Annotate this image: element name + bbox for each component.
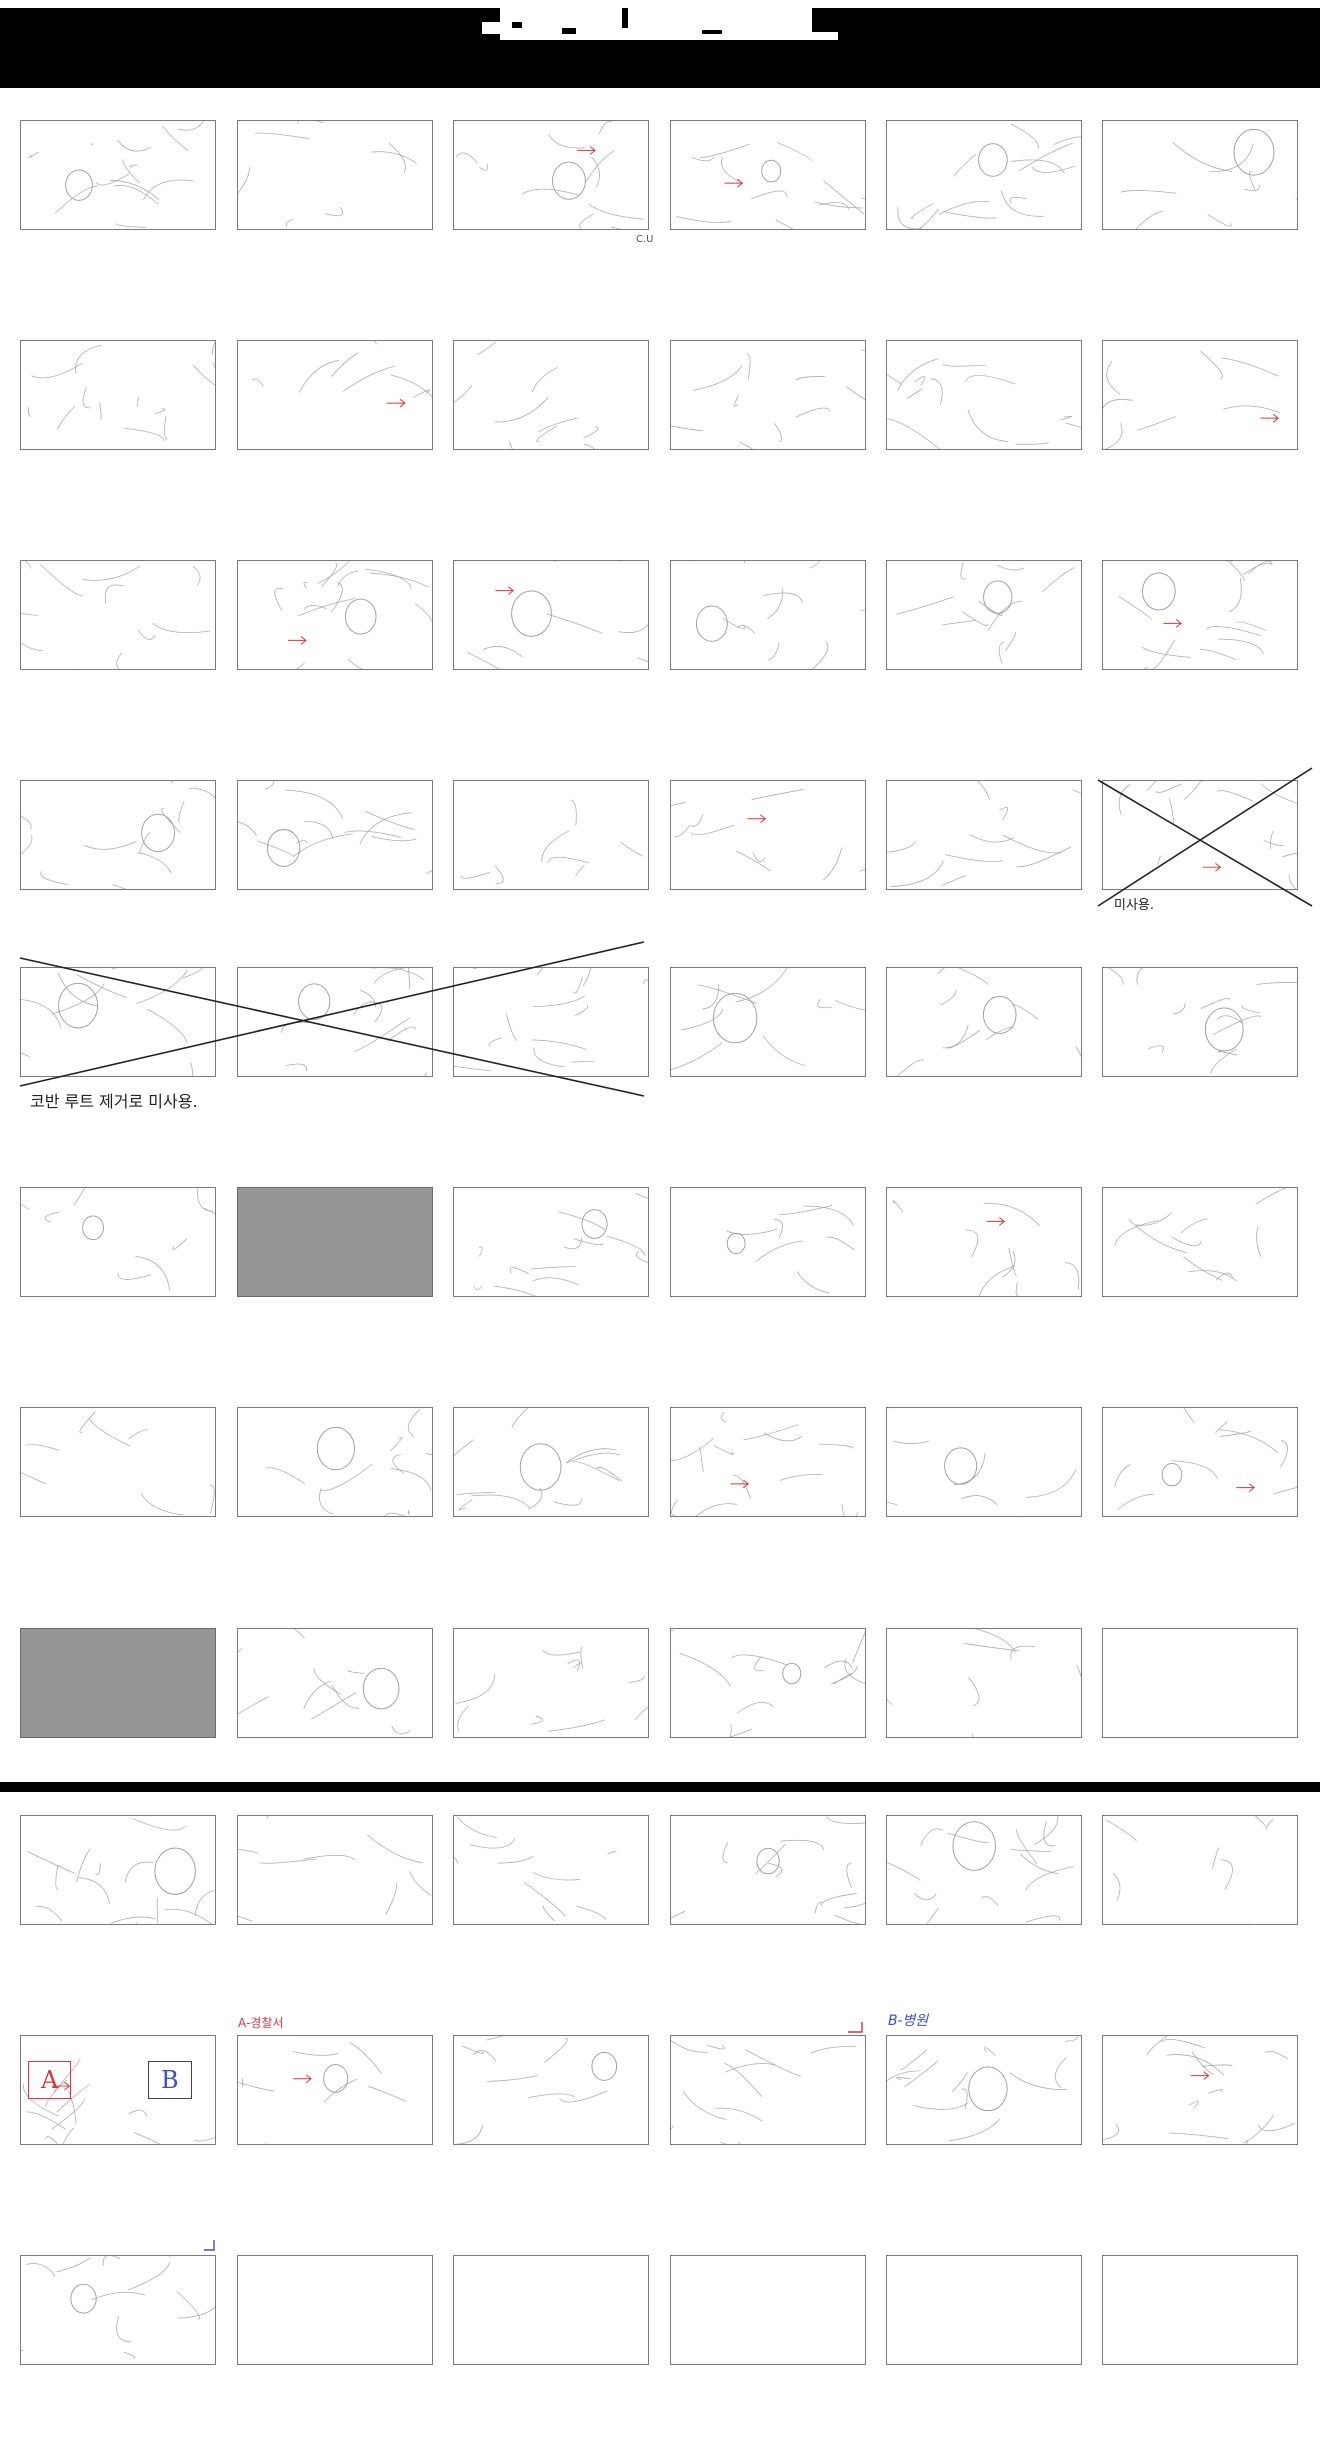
cu-label: C.U: [636, 234, 654, 245]
storyboard-panel: [237, 2255, 433, 2365]
storyboard-panel: [670, 1407, 866, 1517]
storyboard-panel: [1102, 1187, 1298, 1297]
storyboard-panel: [1102, 2255, 1298, 2365]
storyboard-panel: [237, 2035, 433, 2145]
storyboard-panel: [886, 1187, 1082, 1297]
header-title-block: [482, 8, 838, 40]
storyboard-panel: [237, 1407, 433, 1517]
storyboard-panel: [886, 967, 1082, 1077]
storyboard-panel: [453, 967, 649, 1077]
storyboard-panel: [237, 340, 433, 450]
storyboard-panel: [453, 560, 649, 670]
storyboard-panel: [670, 1628, 866, 1738]
storyboard-panel: [237, 780, 433, 890]
storyboard-panel: [1102, 967, 1298, 1077]
storyboard-panel: [670, 780, 866, 890]
storyboard-panel: [886, 120, 1082, 230]
storyboard-panel: [886, 340, 1082, 450]
storyboard-panel: [886, 560, 1082, 670]
unused-label-group: 코반 루트 제거로 미사용.: [30, 1092, 198, 1111]
unused-label-single: 미사용.: [1114, 898, 1155, 913]
storyboard-panel: [237, 120, 433, 230]
storyboard-panel: [670, 1187, 866, 1297]
storyboard-panel: [453, 1628, 649, 1738]
section-b-label: B-병원: [888, 2013, 929, 2029]
storyboard-panel: [670, 967, 866, 1077]
storyboard-panel: [237, 1628, 433, 1738]
storyboard-panel: [453, 1407, 649, 1517]
storyboard-panel: [886, 2255, 1082, 2365]
storyboard-panel: [886, 1628, 1082, 1738]
section-divider: [0, 1782, 1320, 1792]
storyboard-panel: [1102, 1407, 1298, 1517]
storyboard-panel: [20, 1815, 216, 1925]
storyboard-panel: [237, 560, 433, 670]
storyboard-panel: [670, 1815, 866, 1925]
panel-letter-b: B: [148, 2061, 192, 2099]
storyboard-panel: [453, 2035, 649, 2145]
storyboard-panel: [20, 967, 216, 1077]
storyboard-panel: [670, 120, 866, 230]
header-bar: [0, 8, 1320, 88]
storyboard-panel: [20, 780, 216, 890]
storyboard-panel: [453, 340, 649, 450]
storyboard-panel: [20, 1187, 216, 1297]
section-a-label: A-경찰서: [238, 2016, 284, 2030]
storyboard-panel: [453, 2255, 649, 2365]
storyboard-panel: [237, 967, 433, 1077]
storyboard-panel: [670, 2255, 866, 2365]
storyboard-panel: [453, 1815, 649, 1925]
storyboard-panel: [1102, 560, 1298, 670]
storyboard-panel: [20, 1628, 216, 1738]
storyboard-panel: [1102, 780, 1298, 890]
storyboard-panel: [20, 2255, 216, 2365]
storyboard-panel: [1102, 120, 1298, 230]
storyboard-panel: [237, 1187, 433, 1297]
storyboard-panel: [886, 2035, 1082, 2145]
storyboard-panel: [670, 560, 866, 670]
storyboard-panel: [886, 780, 1082, 890]
storyboard-panel: [1102, 2035, 1298, 2145]
storyboard-panel: [886, 1815, 1082, 1925]
panel-letter-a: A: [28, 2061, 72, 2099]
storyboard-panel: [1102, 1628, 1298, 1738]
storyboard-panel: [670, 2035, 866, 2145]
storyboard-panel: [1102, 1815, 1298, 1925]
storyboard-panel: [1102, 340, 1298, 450]
storyboard-panel: [20, 120, 216, 230]
storyboard-panel: [670, 340, 866, 450]
storyboard-panel: [20, 1407, 216, 1517]
storyboard-panel: [453, 120, 649, 230]
storyboard-panel: [886, 1407, 1082, 1517]
storyboard-panel: [237, 1815, 433, 1925]
storyboard-panel: [453, 1187, 649, 1297]
storyboard-panel: [20, 560, 216, 670]
storyboard-panel: [453, 780, 649, 890]
storyboard-panel: [20, 340, 216, 450]
